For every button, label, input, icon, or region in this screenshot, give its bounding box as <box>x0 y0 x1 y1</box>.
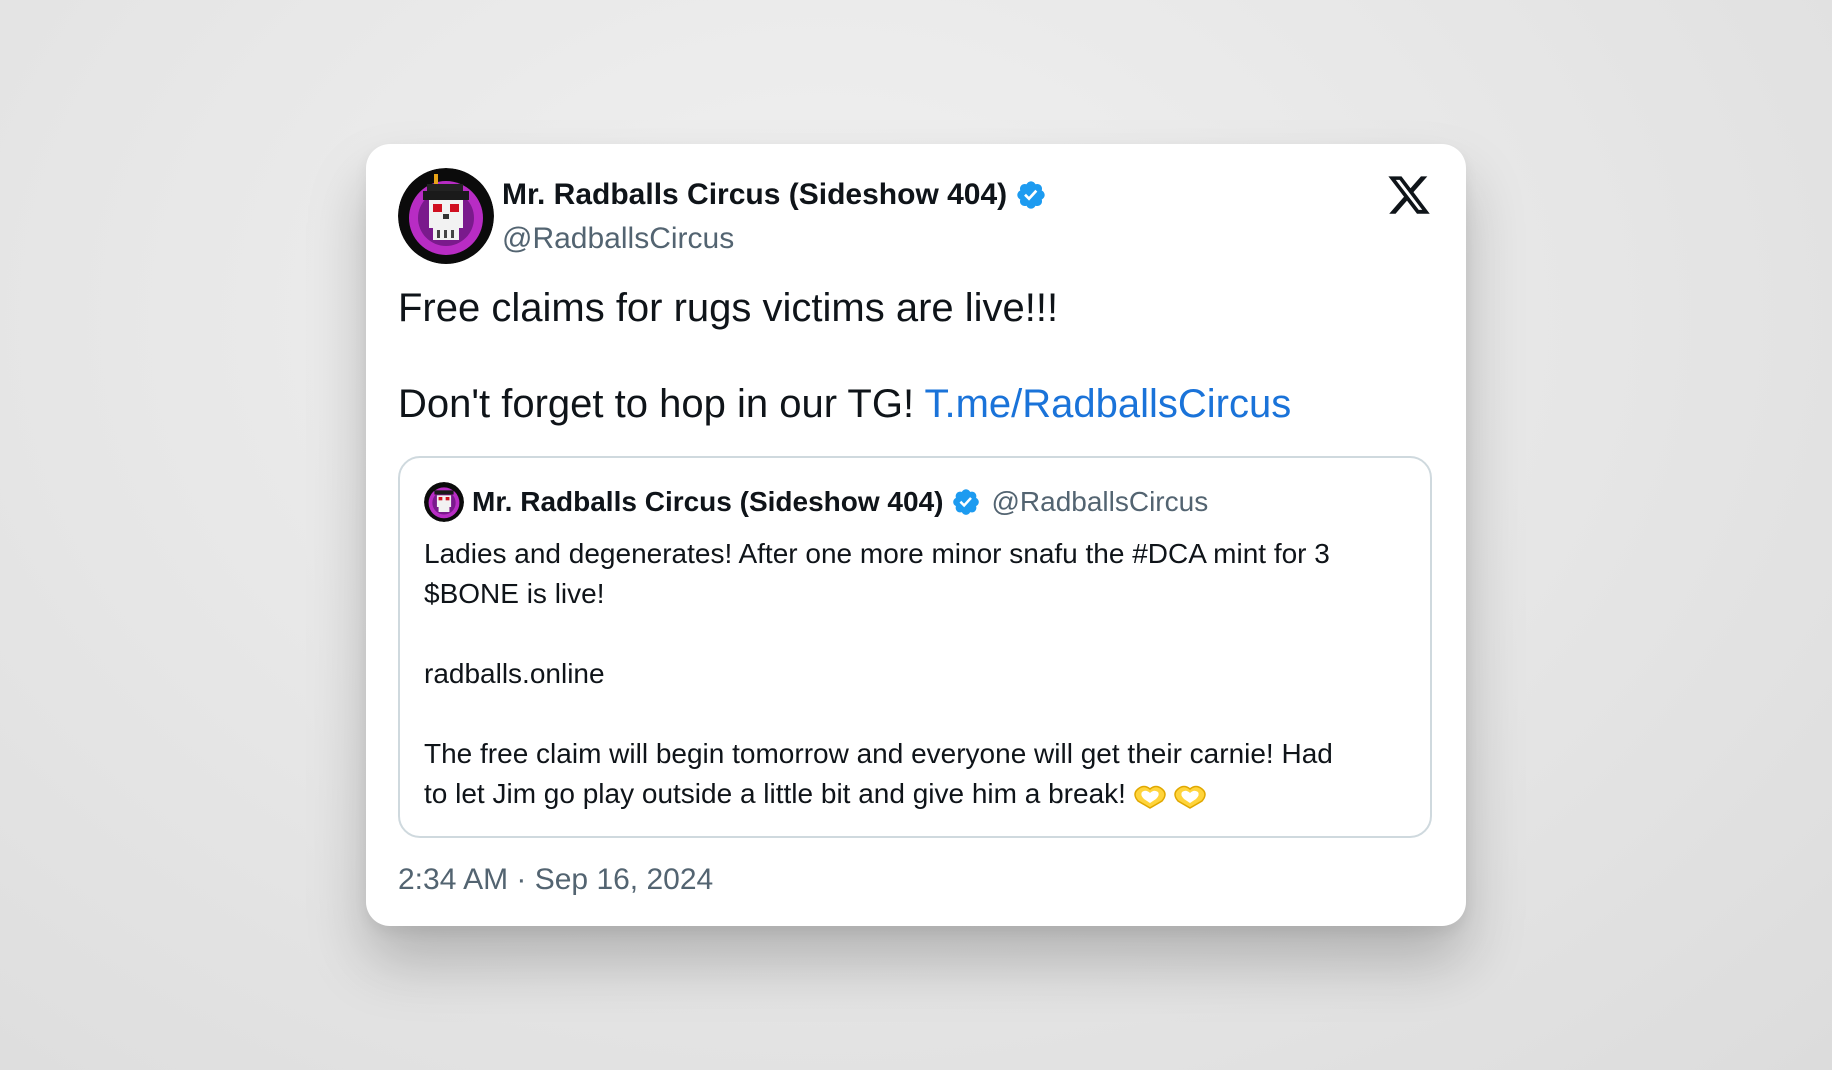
quoted-text-line: Ladies and degenerates! After one more m… <box>424 538 1330 569</box>
tweet-card: Mr. Radballs Circus (Sideshow 404) @Radb… <box>366 144 1466 926</box>
tweet-timestamp[interactable]: 2:34 AM · Sep 16, 2024 <box>398 860 713 900</box>
author-avatar[interactable] <box>398 168 494 264</box>
quoted-text-line: radballs.online <box>424 658 605 689</box>
verified-badge-icon <box>953 489 980 515</box>
quoted-tweet-body: Ladies and degenerates! After one more m… <box>424 534 1414 814</box>
quoted-line-break <box>424 694 1414 734</box>
quoted-text-content: to let Jim go play outside a little bit … <box>424 778 1126 809</box>
quoted-line-break <box>424 614 1414 654</box>
quoted-tweet-header: Mr. Radballs Circus (Sideshow 404) @Radb… <box>472 482 1208 522</box>
author-handle[interactable]: @RadballsCircus <box>502 220 734 258</box>
verified-badge-icon <box>1017 181 1045 209</box>
tweet-line-break <box>398 332 1428 380</box>
quoted-text-line: The free claim will begin tomorrow and e… <box>424 738 1333 769</box>
author-name-text[interactable]: Mr. Radballs Circus (Sideshow 404) <box>502 176 1007 214</box>
quoted-author-handle[interactable]: @RadballsCircus <box>991 486 1208 518</box>
tweet-text-prefix: Don't forget to hop in our TG! <box>398 382 925 426</box>
x-logo-icon[interactable] <box>1386 172 1432 218</box>
quoted-text-line: $BONE is live! <box>424 578 605 609</box>
heart-hands-emoji-icon <box>1134 785 1206 809</box>
quoted-author-avatar[interactable] <box>424 482 464 522</box>
author-display-name[interactable]: Mr. Radballs Circus (Sideshow 404) <box>502 176 1047 214</box>
quoted-text-line-last: to let Jim go play outside a little bit … <box>424 774 1414 814</box>
quoted-tweet[interactable]: Mr. Radballs Circus (Sideshow 404) @Radb… <box>398 456 1432 838</box>
tweet-text-line-2: Don't forget to hop in our TG! T.me/Radb… <box>398 380 1428 428</box>
tweet-body: Free claims for rugs victims are live!!!… <box>398 284 1428 428</box>
quoted-author-name[interactable]: Mr. Radballs Circus (Sideshow 404) <box>472 486 943 518</box>
telegram-link[interactable]: T.me/RadballsCircus <box>924 382 1291 426</box>
tweet-text-line-1: Free claims for rugs victims are live!!! <box>398 286 1059 330</box>
